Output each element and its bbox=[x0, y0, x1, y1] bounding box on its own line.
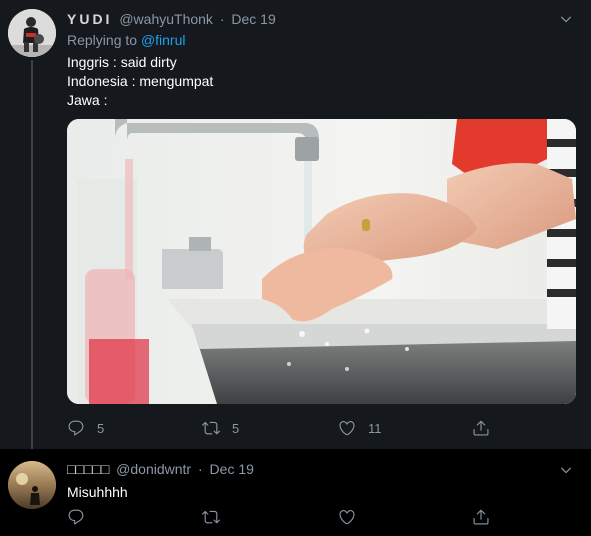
tweet-image[interactable] bbox=[67, 119, 576, 404]
tweet[interactable]: □□□□□ @donidwntr · Dec 19 Misuhhhh bbox=[0, 449, 591, 536]
retweet-button[interactable]: 5 bbox=[202, 419, 239, 437]
like-count: 11 bbox=[368, 420, 382, 436]
user-handle[interactable]: @wahyuThonk bbox=[119, 11, 213, 27]
reply-count: 5 bbox=[97, 420, 105, 436]
handwashing-photo bbox=[67, 119, 576, 404]
share-icon bbox=[472, 419, 490, 437]
share-button[interactable] bbox=[472, 508, 490, 526]
tweet-actions: 5 5 11 bbox=[67, 419, 497, 441]
replying-prefix: Replying to bbox=[67, 32, 138, 48]
thread-line bbox=[31, 60, 33, 449]
retweet-count: 5 bbox=[232, 420, 240, 436]
tweet-header: □□□□□ @donidwntr · Dec 19 bbox=[67, 461, 254, 477]
tweet-date[interactable]: Dec 19 bbox=[231, 11, 275, 27]
separator-dot: · bbox=[219, 11, 225, 27]
tweet-actions bbox=[67, 508, 497, 530]
retweet-icon bbox=[202, 419, 220, 437]
heart-icon bbox=[338, 508, 356, 526]
replying-to: Replying to @finrul bbox=[67, 32, 186, 48]
avatar[interactable] bbox=[8, 461, 56, 509]
reply-button[interactable]: 5 bbox=[67, 419, 104, 437]
tweet-text: Inggris : said dirty Indonesia : mengump… bbox=[67, 53, 213, 110]
tweet-header: YUDI @wahyuThonk · Dec 19 bbox=[67, 11, 276, 27]
display-name[interactable]: □□□□□ bbox=[67, 461, 109, 477]
tweet-text-line: Inggris : said dirty bbox=[67, 54, 177, 70]
tweet-text-line: Indonesia : mengumpat bbox=[67, 73, 214, 89]
like-button[interactable]: 11 bbox=[338, 419, 382, 437]
like-button[interactable] bbox=[338, 508, 356, 526]
display-name[interactable]: YUDI bbox=[67, 11, 112, 27]
reply-button[interactable] bbox=[67, 508, 85, 526]
share-button[interactable] bbox=[472, 419, 490, 437]
tweet-text-line: Misuhhhh bbox=[67, 484, 128, 500]
avatar-photo bbox=[8, 461, 56, 509]
tweet-date[interactable]: Dec 19 bbox=[210, 461, 254, 477]
reply-icon bbox=[67, 508, 85, 526]
user-handle[interactable]: @donidwntr bbox=[116, 461, 191, 477]
tweet-text-line: Jawa : bbox=[67, 92, 108, 108]
avatar[interactable] bbox=[8, 9, 56, 57]
share-icon bbox=[472, 508, 490, 526]
heart-icon bbox=[338, 419, 356, 437]
mention-link[interactable]: @finrul bbox=[141, 32, 186, 48]
tweet-text: Misuhhhh bbox=[67, 483, 128, 502]
retweet-icon bbox=[202, 508, 220, 526]
tweet[interactable]: YUDI @wahyuThonk · Dec 19 Replying to @f… bbox=[0, 0, 591, 449]
reply-icon bbox=[67, 419, 85, 437]
chevron-down-icon[interactable] bbox=[559, 463, 573, 477]
retweet-button[interactable] bbox=[202, 508, 220, 526]
separator-dot: · bbox=[197, 461, 203, 477]
chevron-down-icon[interactable] bbox=[559, 12, 573, 26]
avatar-photo bbox=[8, 9, 56, 57]
